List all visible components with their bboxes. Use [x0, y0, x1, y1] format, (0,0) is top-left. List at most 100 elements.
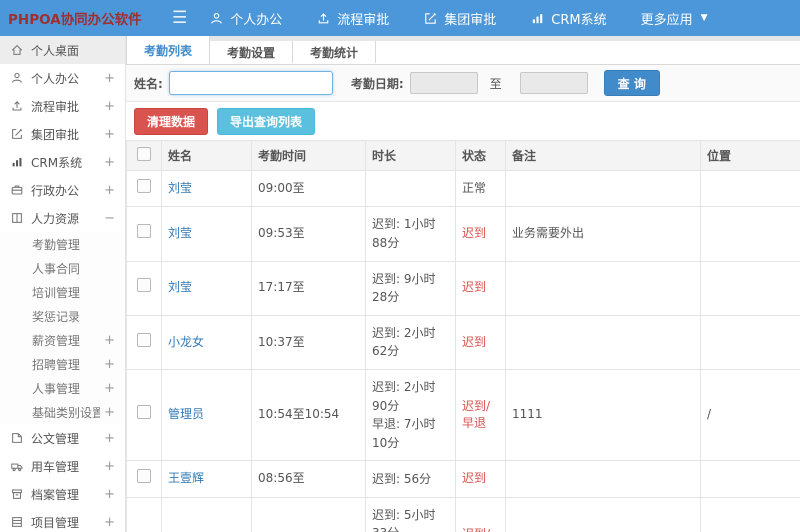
sidebar-subitem-label: 人事合同 [32, 261, 81, 276]
expand-toggle-icon[interactable]: + [100, 487, 115, 502]
expand-toggle-icon[interactable]: + [100, 357, 115, 372]
sidebar-item[interactable]: 公文管理 + [0, 424, 125, 452]
sidebar-item-label: 用车管理 [31, 459, 80, 474]
name-filter-input[interactable] [168, 71, 333, 95]
sidebar-item[interactable]: CRM系统 + [0, 148, 125, 176]
expand-toggle-icon[interactable]: − [100, 211, 115, 226]
chevron-down-icon: ▼ [700, 13, 708, 23]
table-row: 刘莹 17:17至 迟到: 9小时28分 迟到 [126, 260, 800, 316]
select-all-checkbox[interactable] [137, 147, 151, 161]
expand-toggle-icon[interactable]: + [100, 431, 115, 446]
app-logo: PHPOA协同办公软件 [8, 12, 142, 28]
sidebar-subitem[interactable]: 人事合同 [0, 256, 125, 280]
hamburger-menu-icon[interactable]: ☰ [172, 9, 187, 27]
sidebar-subitem[interactable]: 培训管理 [0, 280, 125, 304]
topnav-item[interactable]: 流程审批 [316, 9, 389, 28]
table-row: 黄蓉13:20至13:20迟到: 5小时33分早退: 4小时67分迟到/早退 / [126, 496, 800, 532]
sidebar-subitem[interactable]: 奖惩记录 [0, 304, 125, 328]
employee-name-link[interactable]: 王壹辉 [168, 471, 204, 485]
employee-name-link[interactable]: 小龙女 [168, 335, 204, 349]
row-checkbox[interactable] [137, 332, 151, 347]
header-select-all-cell [126, 140, 162, 171]
sidebar-subitem-label: 薪资管理 [32, 333, 81, 348]
sidebar-item[interactable]: 个人办公 + [0, 64, 125, 92]
duration-line: 迟到: 1小时88分 [372, 217, 436, 250]
sidebar-item[interactable]: 档案管理 + [0, 480, 125, 508]
sidebar-item[interactable]: 行政办公 + [0, 176, 125, 204]
status-cell: 迟到 [455, 460, 506, 498]
sidebar-item[interactable]: 用车管理 + [0, 452, 125, 480]
expand-toggle-icon[interactable]: + [100, 71, 115, 86]
date-to-label: 至 [489, 76, 502, 91]
table-header-row: 姓名 考勤时间 时长 状态 备注 位置 [126, 140, 800, 171]
clear-data-button[interactable]: 清理数据 [134, 107, 209, 135]
sidebar-submenu: 考勤管理 人事合同 培训管理 奖惩记录 薪资管理 + 招聘管理 + 人事管理 + 基础类别设置 + [0, 232, 125, 424]
sidebar-item-label: 人力资源 [31, 211, 80, 226]
chart-icon [533, 13, 543, 23]
table-row: 刘莹 09:00至 正常 [126, 169, 800, 208]
expand-toggle-icon[interactable]: + [100, 459, 115, 474]
time-cell: 17:17至 [251, 260, 366, 316]
tab-1[interactable]: 考勤设置 [210, 41, 294, 63]
topnav-item[interactable]: 集团审批 [423, 9, 496, 28]
employee-name-link[interactable]: 管理员 [168, 407, 204, 421]
row-select-cell [126, 460, 162, 498]
expand-toggle-icon[interactable]: + [100, 405, 115, 420]
employee-name-link[interactable]: 刘莹 [168, 226, 192, 240]
status-cell: 迟到 [455, 314, 506, 370]
sidebar-subitem-label: 考勤管理 [32, 237, 81, 252]
expand-toggle-icon[interactable]: + [100, 127, 115, 142]
date-from-input[interactable] [409, 72, 478, 94]
status-cell: 正常 [455, 169, 506, 208]
expand-toggle-icon[interactable]: + [100, 155, 115, 170]
duration-cell: 迟到: 2小时62分 [365, 314, 456, 370]
location-cell [700, 314, 800, 370]
sidebar-subitem[interactable]: 人事管理 + [0, 376, 125, 400]
sidebar-item[interactable]: 个人桌面 [0, 36, 125, 64]
sidebar-subitem-label: 基础类别设置 [32, 405, 101, 420]
sidebar-item[interactable]: 集团审批 + [0, 120, 125, 148]
expand-toggle-icon[interactable]: + [100, 99, 115, 114]
row-checkbox[interactable] [137, 179, 151, 193]
employee-name-link[interactable]: 刘莹 [168, 280, 192, 294]
sidebar-subitem[interactable]: 考勤管理 [0, 232, 125, 256]
sidebar-item[interactable]: 项目管理 + [0, 508, 125, 532]
expand-toggle-icon[interactable]: + [100, 183, 115, 198]
expand-toggle-icon[interactable]: + [100, 381, 115, 396]
expand-toggle-icon[interactable]: + [100, 333, 115, 348]
sidebar-item[interactable]: 人力资源 − [0, 204, 125, 232]
row-checkbox[interactable] [137, 469, 151, 484]
date-to-input[interactable] [519, 72, 588, 94]
search-button[interactable]: 查 询 [603, 70, 660, 96]
tab-2[interactable]: 考勤统计 [293, 41, 377, 63]
topnav-item[interactable]: CRM系统 [530, 9, 607, 28]
sidebar-subitem-label: 奖惩记录 [32, 309, 81, 324]
tab-0[interactable]: 考勤列表 [126, 36, 211, 64]
topnav-item[interactable]: 更多应用 ▼ [641, 9, 708, 28]
export-list-button[interactable]: 导出查询列表 [217, 107, 316, 135]
duration-line: 早退: 7小时10分 [372, 417, 436, 450]
sidebar-item[interactable]: 流程审批 + [0, 92, 125, 120]
topnav-item[interactable]: 个人办公 [209, 9, 282, 28]
share-icon [12, 101, 22, 111]
table-row: 小龙女 10:37至 迟到: 2小时62分 迟到 [126, 314, 800, 370]
sidebar-item-label: 流程审批 [31, 99, 80, 114]
book-icon [12, 213, 22, 223]
duration-line: 迟到: 9小时28分 [372, 271, 436, 305]
row-checkbox[interactable] [137, 278, 151, 293]
sidebar-subitem[interactable]: 招聘管理 + [0, 352, 125, 376]
user-icon [12, 72, 22, 83]
sidebar-subitem[interactable]: 薪资管理 + [0, 328, 125, 352]
expand-toggle-icon[interactable]: + [100, 515, 115, 530]
sidebar-subitem[interactable]: 基础类别设置 + [0, 400, 125, 424]
home-icon [11, 44, 23, 55]
row-checkbox[interactable] [137, 224, 151, 239]
row-checkbox[interactable] [137, 405, 151, 420]
column-header: 考勤时间 [251, 140, 366, 171]
briefcase-icon [11, 185, 23, 195]
chart-icon [12, 157, 22, 167]
table-row: 王壹辉 08:56至 迟到: 56分 迟到 [126, 460, 800, 498]
note-cell [505, 496, 701, 532]
employee-name-link[interactable]: 刘莹 [168, 181, 192, 195]
name-cell: 王壹辉 [161, 460, 252, 498]
